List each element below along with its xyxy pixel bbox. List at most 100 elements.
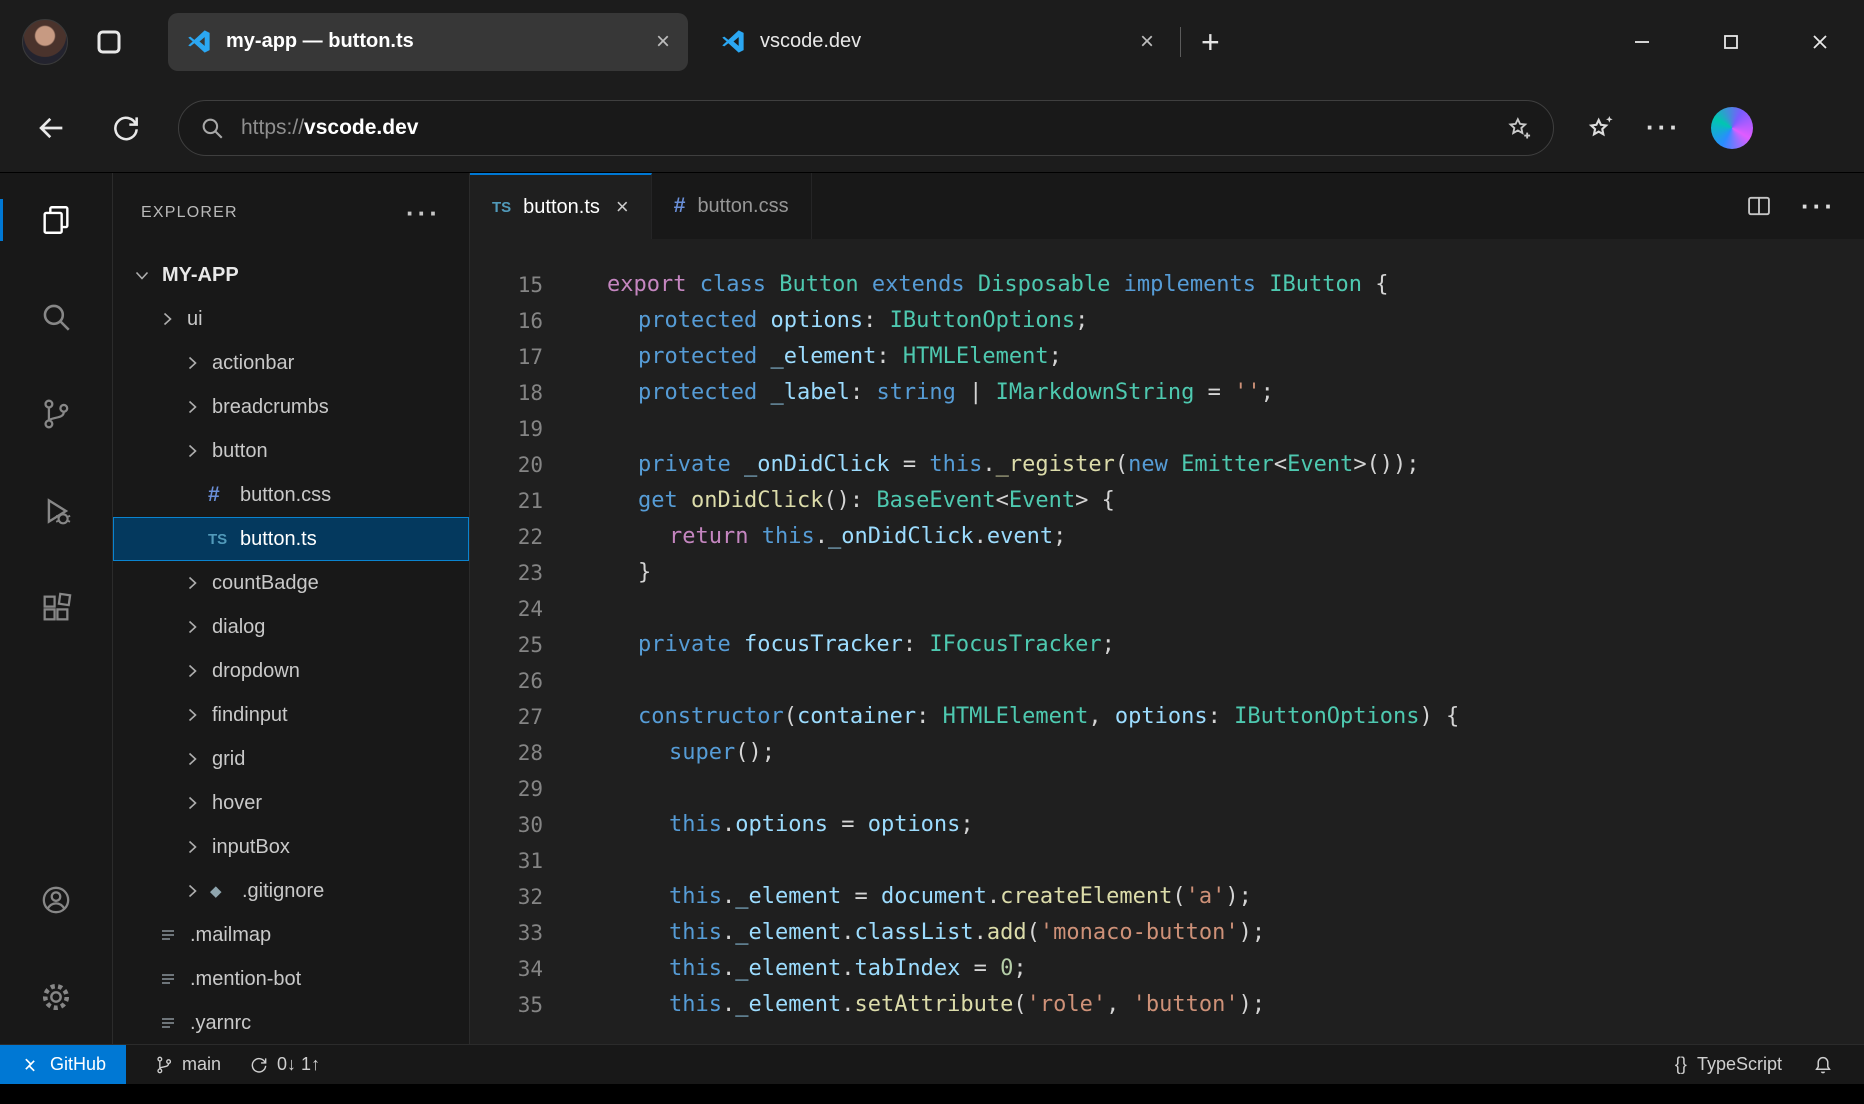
- remote-indicator[interactable]: GitHub: [0, 1045, 126, 1084]
- explorer-item-breadcrumbs[interactable]: breadcrumbs: [113, 385, 469, 429]
- explorer-item-dropdown[interactable]: dropdown: [113, 649, 469, 693]
- line-number: 30: [470, 807, 543, 843]
- lines-file-icon: [158, 925, 188, 945]
- explorer-item--mailmap[interactable]: .mailmap: [113, 913, 469, 957]
- maximize-button[interactable]: [1686, 0, 1775, 83]
- explorer-item-hover[interactable]: hover: [113, 781, 469, 825]
- explorer-item-label: .mention-bot: [190, 968, 301, 991]
- code-line-21[interactable]: 21get onDidClick(): BaseEvent<Event> {: [470, 483, 1864, 519]
- code-line-17[interactable]: 17protected _element: HTMLElement;: [470, 339, 1864, 375]
- explorer-item-ui[interactable]: ui: [113, 297, 469, 341]
- explorer-item--gitignore[interactable]: ◆.gitignore: [113, 869, 469, 913]
- code-line-29[interactable]: 29: [470, 771, 1864, 807]
- settings-more-button[interactable]: ···: [1646, 112, 1681, 143]
- activity-run-debug-button[interactable]: [0, 482, 112, 540]
- code-line-33[interactable]: 33this._element.classList.add('monaco-bu…: [470, 915, 1864, 951]
- status-right: {} TypeScript: [1675, 1054, 1864, 1076]
- code-line-28[interactable]: 28super();: [470, 735, 1864, 771]
- code-line-23[interactable]: 23}: [470, 555, 1864, 591]
- copilot-icon[interactable]: [1711, 107, 1753, 149]
- refresh-button[interactable]: [110, 112, 142, 144]
- explorer-item--yarnrc[interactable]: .yarnrc: [113, 1001, 469, 1044]
- line-number: 19: [470, 411, 543, 447]
- code-line-19[interactable]: 19: [470, 411, 1864, 447]
- explorer-item-inputbox[interactable]: inputBox: [113, 825, 469, 869]
- code-line-27[interactable]: 27constructor(container: HTMLElement, op…: [470, 699, 1864, 735]
- branch-item[interactable]: main: [154, 1054, 221, 1075]
- code-line-30[interactable]: 30this.options = options;: [470, 807, 1864, 843]
- profile-avatar[interactable]: [22, 19, 68, 65]
- css-file-icon: #: [674, 194, 686, 218]
- explorer-item-label: button.ts: [240, 528, 317, 551]
- explorer-item-countbadge[interactable]: countBadge: [113, 561, 469, 605]
- favorites-button[interactable]: [1584, 112, 1616, 144]
- line-number: 16: [470, 303, 543, 339]
- ts-file-icon: TS: [492, 199, 511, 216]
- code-line-24[interactable]: 24: [470, 591, 1864, 627]
- explorer-tree: MY-APPuiactionbarbreadcrumbsbutton#butto…: [113, 253, 469, 1044]
- editor-tab-button-ts[interactable]: TS button.ts ×: [470, 173, 652, 239]
- vscode-workbench: EXPLORER ··· MY-APPuiactionbarbreadcrumb…: [0, 172, 1864, 1044]
- code-area: 15export class Button extends Disposable…: [470, 239, 1864, 1044]
- code-line-25[interactable]: 25private focusTracker: IFocusTracker;: [470, 627, 1864, 663]
- line-number: 23: [470, 555, 543, 591]
- activity-explorer-button[interactable]: [0, 191, 112, 249]
- code-line-16[interactable]: 16protected options: IButtonOptions;: [470, 303, 1864, 339]
- explorer-item-findinput[interactable]: findinput: [113, 693, 469, 737]
- code-line-31[interactable]: 31: [470, 843, 1864, 879]
- chevron-right-icon: [183, 706, 210, 724]
- settings-gear-button[interactable]: [0, 968, 112, 1026]
- editor-tab-close-button[interactable]: ×: [616, 194, 629, 220]
- browser-tab-inactive[interactable]: vscode.dev ×: [702, 13, 1172, 71]
- new-tab-button[interactable]: +: [1201, 26, 1220, 58]
- explorer-item--mention-bot[interactable]: .mention-bot: [113, 957, 469, 1001]
- activity-source-control-button[interactable]: [0, 385, 112, 443]
- explorer-item-label: grid: [212, 748, 245, 771]
- code-line-26[interactable]: 26: [470, 663, 1864, 699]
- close-button[interactable]: [1775, 0, 1864, 83]
- explorer-item-actionbar[interactable]: actionbar: [113, 341, 469, 385]
- code-line-22[interactable]: 22return this._onDidClick.event;: [470, 519, 1864, 555]
- browser-tab-active[interactable]: my-app — button.ts ×: [168, 13, 688, 71]
- explorer-item-button-ts[interactable]: TSbutton.ts: [113, 517, 469, 561]
- explorer-item-my-app[interactable]: MY-APP: [113, 253, 469, 297]
- split-editor-button[interactable]: [1745, 192, 1773, 220]
- explorer-more-button[interactable]: ···: [406, 198, 441, 229]
- line-number: 24: [470, 591, 543, 627]
- code-line-20[interactable]: 20private _onDidClick = this._register(n…: [470, 447, 1864, 483]
- explorer-item-label: button.css: [240, 484, 331, 507]
- activity-search-button[interactable]: [0, 288, 112, 346]
- notifications-bell-button[interactable]: [1812, 1054, 1834, 1076]
- workspaces-icon[interactable]: [94, 27, 124, 57]
- tab-close-button[interactable]: ×: [1140, 30, 1154, 54]
- minimize-button[interactable]: [1597, 0, 1686, 83]
- code-line-35[interactable]: 35this._element.setAttribute('role', 'bu…: [470, 987, 1864, 1023]
- editor-tab-button-css[interactable]: # button.css: [652, 173, 812, 239]
- explorer-item-button[interactable]: button: [113, 429, 469, 473]
- line-number: 33: [470, 915, 543, 951]
- line-number: 32: [470, 879, 543, 915]
- ts-file-icon: TS: [208, 531, 238, 548]
- chevron-right-icon: [183, 354, 210, 372]
- editor-more-button[interactable]: ···: [1801, 191, 1836, 222]
- editor-actions: ···: [1745, 173, 1864, 239]
- sync-item[interactable]: 0↓ 1↑: [249, 1054, 320, 1075]
- address-bar[interactable]: https://vscode.dev: [178, 100, 1554, 156]
- code-line-32[interactable]: 32this._element = document.createElement…: [470, 879, 1864, 915]
- add-favorite-button[interactable]: [1505, 114, 1533, 142]
- code-line-15[interactable]: 15export class Button extends Disposable…: [470, 267, 1864, 303]
- back-button[interactable]: [34, 111, 68, 145]
- branch-icon: [154, 1055, 174, 1075]
- line-number: 29: [470, 771, 543, 807]
- code-line-18[interactable]: 18protected _label: string | IMarkdownSt…: [470, 375, 1864, 411]
- explorer-item-button-css[interactable]: #button.css: [113, 473, 469, 517]
- activity-extensions-button[interactable]: [0, 579, 112, 637]
- status-bar: GitHub main 0↓ 1↑ {} TypeScript: [0, 1044, 1864, 1084]
- accounts-button[interactable]: [0, 871, 112, 929]
- explorer-item-dialog[interactable]: dialog: [113, 605, 469, 649]
- language-item[interactable]: {} TypeScript: [1675, 1054, 1782, 1075]
- code-line-34[interactable]: 34this._element.tabIndex = 0;: [470, 951, 1864, 987]
- explorer-item-grid[interactable]: grid: [113, 737, 469, 781]
- tab-close-button[interactable]: ×: [656, 30, 670, 54]
- tab-separator: [1180, 27, 1181, 57]
